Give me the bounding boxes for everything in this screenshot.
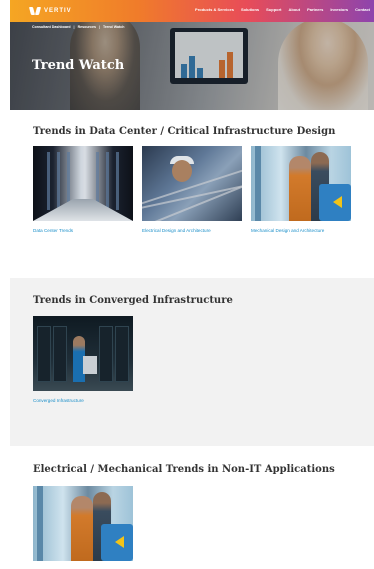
card-caption-link[interactable]: Mechanical Design and Architecture [251, 228, 324, 233]
breadcrumb-current: Trend Watch [102, 25, 125, 29]
breadcrumb-item[interactable]: Consultant Dashboard [32, 25, 71, 29]
nav-item-contact[interactable]: Contact [355, 7, 370, 12]
main-nav: Products & Services Solutions Support Ab… [195, 7, 370, 12]
nav-item-solutions[interactable]: Solutions [241, 7, 259, 12]
page-title: Trend Watch [32, 58, 125, 73]
nav-item-partners[interactable]: Partners [307, 7, 323, 12]
logo[interactable]: VERTIV [30, 6, 72, 16]
breadcrumb-separator: | [73, 25, 75, 29]
non-it-applications-image[interactable] [33, 486, 133, 561]
section-title: Trends in Converged Infrastructure [33, 295, 233, 306]
nav-item-about[interactable]: About [289, 7, 301, 12]
nav-item-products-services[interactable]: Products & Services [195, 7, 234, 12]
card-caption-link[interactable]: Data Center Trends [33, 228, 73, 233]
logo-text: VERTIV [44, 8, 72, 14]
card-converged-infrastructure[interactable]: Converged Infrastructure [33, 316, 133, 403]
converged-infrastructure-image[interactable] [33, 316, 133, 391]
breadcrumb-item[interactable]: Resources [78, 25, 96, 29]
card-data-center-trends[interactable]: Data Center Trends [33, 146, 133, 233]
hero-banner: Consultant Dashboard | Resources | Trend… [10, 22, 374, 110]
data-center-image[interactable] [33, 146, 133, 221]
breadcrumb: Consultant Dashboard | Resources | Trend… [32, 25, 124, 29]
card-electrical-design[interactable]: Electrical Design and Architecture [142, 146, 242, 233]
page: VERTIV Products & Services Solutions Sup… [10, 0, 374, 569]
section-data-center-trends: Trends in Data Center / Critical Infrast… [10, 110, 374, 276]
top-nav-bar: VERTIV Products & Services Solutions Sup… [10, 0, 374, 22]
vertiv-logo-icon [30, 7, 40, 15]
nav-item-investors[interactable]: Investors [330, 7, 348, 12]
section-title: Electrical / Mechanical Trends in Non-IT… [33, 464, 335, 475]
section-title: Trends in Data Center / Critical Infrast… [33, 126, 336, 137]
section-converged-infrastructure: Trends in Converged Infrastructure Conve… [10, 278, 374, 446]
nav-item-support[interactable]: Support [266, 7, 281, 12]
section-non-it-applications: Electrical / Mechanical Trends in Non-IT… [10, 446, 374, 569]
card-caption-link[interactable]: Converged Infrastructure [33, 398, 84, 403]
card-mechanical-design[interactable]: Mechanical Design and Architecture [251, 146, 351, 233]
card-non-it-applications[interactable] [33, 486, 133, 561]
card-caption-link[interactable]: Electrical Design and Architecture [142, 228, 211, 233]
mechanical-engineers-image[interactable] [251, 146, 351, 221]
electrical-engineer-image[interactable] [142, 146, 242, 221]
breadcrumb-separator: | [98, 25, 100, 29]
